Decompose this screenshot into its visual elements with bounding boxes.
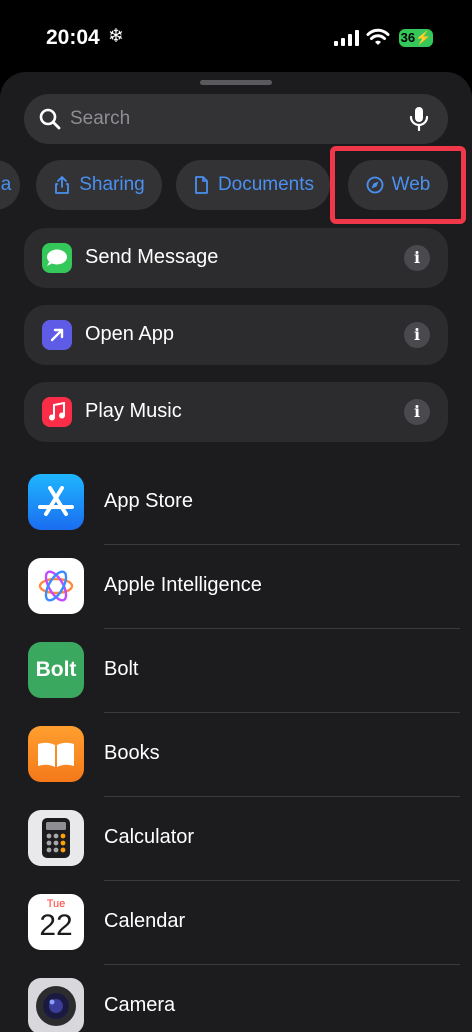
chip-partial-label: a — [0, 174, 12, 195]
books-icon — [28, 726, 84, 782]
chip-partial[interactable]: a — [0, 160, 20, 210]
microphone-icon[interactable] — [408, 106, 430, 132]
action-label: Open App — [85, 323, 174, 345]
info-icon[interactable]: i — [404, 322, 430, 348]
app-name: Calculator — [104, 826, 195, 848]
action-play-music[interactable]: Play Music i — [24, 382, 448, 442]
chip-documents-label: Documents — [217, 174, 315, 195]
chip-sharing[interactable]: Sharing — [36, 160, 162, 210]
search-bar — [24, 94, 448, 144]
bolt-logo-text: Bolt — [35, 658, 77, 681]
apple-intelligence-icon — [28, 558, 84, 614]
app-name: Calendar — [104, 910, 186, 932]
wifi-icon — [366, 28, 390, 45]
info-icon[interactable]: i — [404, 399, 430, 425]
app-row-calendar[interactable]: Tue 22 Calendar — [0, 894, 472, 978]
row-divider — [104, 964, 460, 965]
snowflake-icon: ❄ — [108, 26, 124, 47]
app-name: Books — [104, 742, 160, 764]
action-label: Send Message — [85, 246, 219, 268]
web-chip-highlight — [330, 146, 466, 224]
action-label: Play Music — [85, 400, 182, 422]
row-divider — [104, 796, 460, 797]
info-icon[interactable]: i — [404, 245, 430, 271]
app-store-icon — [28, 474, 84, 530]
action-send-message[interactable]: Send Message i — [24, 228, 448, 288]
calendar-icon: Tue 22 — [28, 894, 84, 950]
action-open-app[interactable]: Open App i — [24, 305, 448, 365]
message-icon — [42, 243, 72, 273]
cellular-signal-icon — [334, 30, 359, 46]
status-time: 20:04 — [46, 26, 100, 49]
app-row-apple-intelligence[interactable]: Apple Intelligence — [0, 558, 472, 642]
open-app-icon — [42, 320, 72, 350]
app-row-calculator[interactable]: Calculator — [0, 810, 472, 894]
app-name: Apple Intelligence — [104, 574, 262, 596]
search-icon — [39, 108, 61, 130]
app-row-app-store[interactable]: App Store — [0, 474, 472, 558]
bolt-icon: Bolt — [28, 642, 84, 698]
battery-level: 36 — [400, 30, 416, 45]
chip-documents[interactable]: Documents — [176, 160, 330, 210]
search-input[interactable] — [70, 94, 390, 144]
app-name: Camera — [104, 994, 176, 1016]
row-divider — [104, 628, 460, 629]
app-row-bolt[interactable]: Bolt Bolt — [0, 642, 472, 726]
status-bar: 20:04 ❄ 36⚡ — [0, 0, 472, 72]
calculator-icon — [28, 810, 84, 866]
calendar-date: 22 — [39, 909, 73, 942]
sheet-grabber[interactable] — [200, 80, 272, 85]
battery-icon: 36⚡ — [399, 29, 433, 47]
row-divider — [104, 544, 460, 545]
app-row-books[interactable]: Books — [0, 726, 472, 810]
app-name: App Store — [104, 490, 193, 512]
app-name: Bolt — [104, 658, 139, 680]
action-sheet: a Sharing Documents Web — [0, 72, 472, 1032]
row-divider — [104, 880, 460, 881]
document-icon — [195, 176, 208, 194]
music-icon — [42, 397, 72, 427]
chip-sharing-label: Sharing — [79, 174, 145, 195]
row-divider — [104, 712, 460, 713]
share-icon — [55, 176, 70, 194]
